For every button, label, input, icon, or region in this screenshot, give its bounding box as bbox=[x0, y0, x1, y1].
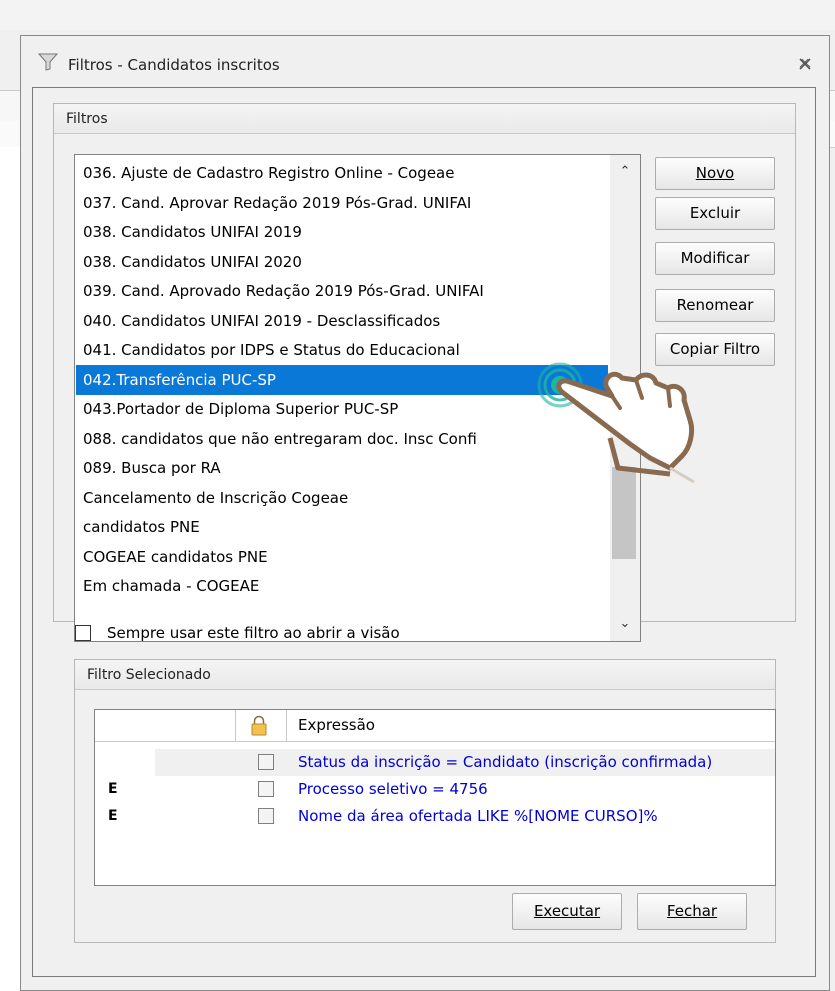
expression-column-header[interactable]: Expressão bbox=[298, 710, 375, 741]
filter-list-item[interactable]: 038. Candidatos UNIFAI 2020 bbox=[76, 247, 608, 277]
dialog-title: Filtros - Candidatos inscritos bbox=[68, 56, 280, 74]
column-separator bbox=[235, 710, 236, 741]
row-lock-checkbox[interactable] bbox=[258, 754, 274, 770]
renomear-button[interactable]: Renomear bbox=[655, 289, 775, 322]
excluir-button[interactable]: Excluir bbox=[655, 197, 775, 230]
filter-list-item[interactable]: 036. Ajuste de Cadastro Registro Online … bbox=[76, 158, 608, 188]
modificar-button[interactable]: Modificar bbox=[655, 242, 775, 275]
filter-list-item[interactable]: 039. Cand. Aprovado Redação 2019 Pós-Gra… bbox=[76, 276, 608, 306]
fechar-label: Fechar bbox=[666, 902, 718, 920]
expression-row[interactable]: E Processo seletivo = 4756 bbox=[95, 776, 775, 803]
row-lock-checkbox[interactable] bbox=[258, 808, 274, 824]
fechar-button[interactable]: Fechar bbox=[637, 893, 747, 930]
row-expression: Processo seletivo = 4756 bbox=[298, 780, 488, 798]
grid-header: Expressão bbox=[95, 710, 775, 742]
list-scrollbar[interactable]: ⌃ ⌄ bbox=[610, 155, 640, 641]
novo-button-label: Novo bbox=[695, 164, 735, 182]
dialog-titlebar: Filtros - Candidatos inscritos bbox=[21, 36, 829, 88]
filter-list-item[interactable]: Cancelamento de Inscrição Cogeae bbox=[76, 483, 608, 513]
row-lock-checkbox[interactable] bbox=[258, 781, 274, 797]
filter-list-item[interactable]: 037. Cand. Aprovar Redação 2019 Pós-Grad… bbox=[76, 188, 608, 218]
scroll-down-icon[interactable]: ⌄ bbox=[610, 609, 640, 639]
filters-group-header: Filtros bbox=[54, 104, 795, 134]
scroll-up-icon[interactable]: ⌃ bbox=[610, 157, 640, 187]
filter-list-item[interactable]: Em chamada - COGEAE bbox=[76, 571, 608, 601]
filter-list-item[interactable]: 089. Busca por RA bbox=[76, 453, 608, 483]
row-logic-operator: E bbox=[108, 808, 118, 824]
filter-list-item[interactable]: candidatos PNE bbox=[76, 512, 608, 542]
filter-list-item[interactable]: 088. candidatos que não entregaram doc. … bbox=[76, 424, 608, 454]
background-app-top bbox=[0, 0, 835, 30]
selected-filter-header: Filtro Selecionado bbox=[75, 660, 775, 690]
row-logic-operator: E bbox=[108, 781, 118, 797]
expression-row[interactable]: E Nome da área ofertada LIKE %[NOME CURS… bbox=[95, 803, 775, 830]
funnel-icon bbox=[38, 53, 58, 71]
novo-button[interactable]: Novo bbox=[655, 157, 775, 190]
expression-row[interactable]: Status da inscrição = Candidato (inscriç… bbox=[95, 749, 775, 776]
row-expression: Status da inscrição = Candidato (inscriç… bbox=[298, 753, 713, 771]
executar-label: Executar bbox=[533, 902, 601, 920]
lock-icon bbox=[251, 715, 267, 736]
scroll-thumb[interactable] bbox=[612, 467, 636, 559]
row-expression: Nome da área ofertada LIKE %[NOME CURSO]… bbox=[298, 807, 658, 825]
always-use-checkbox[interactable] bbox=[75, 625, 91, 641]
filter-list-item[interactable]: COGEAE candidatos PNE bbox=[76, 542, 608, 572]
background-sidebar bbox=[0, 147, 20, 991]
filter-list-item[interactable]: 043.Portador de Diploma Superior PUC-SP bbox=[76, 394, 608, 424]
always-use-label: Sempre usar este filtro ao abrir a visão bbox=[107, 624, 400, 642]
filter-list-item[interactable]: 042.Transferência PUC-SP bbox=[76, 364, 608, 395]
close-icon[interactable] bbox=[795, 54, 815, 74]
executar-button[interactable]: Executar bbox=[512, 893, 622, 930]
column-separator bbox=[286, 710, 287, 741]
filters-listbox[interactable]: 036. Ajuste de Cadastro Registro Online … bbox=[74, 154, 641, 642]
filter-list-item[interactable]: 041. Candidatos por IDPS e Status do Edu… bbox=[76, 335, 608, 365]
copiar-filtro-button[interactable]: Copiar Filtro bbox=[655, 333, 775, 366]
filter-list-item[interactable]: 038. Candidatos UNIFAI 2019 bbox=[76, 217, 608, 247]
filter-list-item[interactable]: 040. Candidatos UNIFAI 2019 - Desclassif… bbox=[76, 306, 608, 336]
expression-grid[interactable]: Expressão Status da inscrição = Candidat… bbox=[94, 709, 776, 886]
